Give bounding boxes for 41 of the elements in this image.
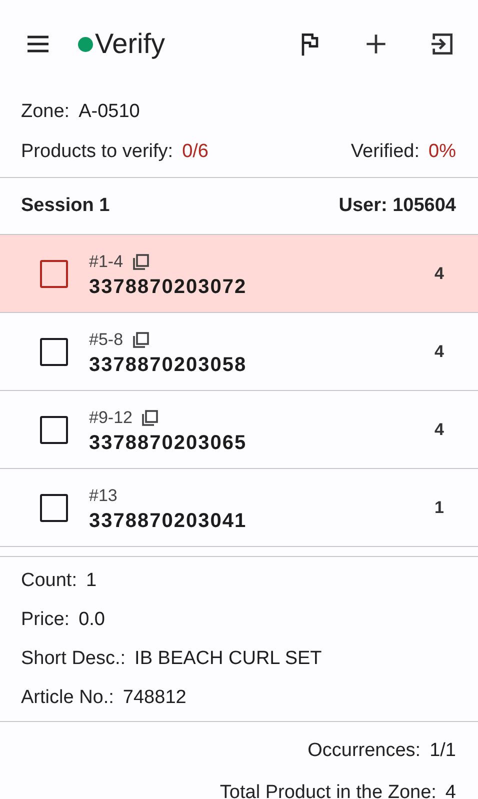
copy-icon[interactable]	[131, 252, 152, 272]
checkbox[interactable]	[40, 416, 68, 444]
checkbox[interactable]	[40, 494, 68, 522]
zone-value: A-0510	[78, 101, 140, 123]
checkbox[interactable]	[40, 338, 68, 366]
item-range: #13	[89, 486, 118, 506]
detail-value: 748812	[122, 686, 186, 708]
detail-label: Price:	[21, 608, 70, 630]
item-quantity: 1	[434, 498, 444, 518]
detail-label: Article No.:	[21, 686, 114, 708]
detail-value: IB BEACH CURL SET	[134, 648, 322, 670]
item-range: #5-8	[89, 330, 124, 350]
copy-icon[interactable]	[140, 408, 160, 428]
detail-value: 0.0	[78, 608, 105, 630]
detail-label: Short Desc.:	[21, 648, 126, 670]
detail-value: 1	[86, 570, 97, 592]
session-name: Session 1	[21, 195, 110, 217]
checkbox[interactable]	[40, 260, 68, 288]
product-row[interactable]: #1-4 3378870203072 4	[0, 235, 478, 313]
footer-value: 4	[445, 782, 456, 799]
item-quantity: 4	[434, 342, 444, 362]
footer-label: Occurrences:	[308, 740, 421, 762]
session-user: User: 105604	[338, 195, 456, 217]
footer-value: 1/1	[430, 740, 456, 762]
item-quantity: 4	[434, 264, 444, 284]
item-quantity: 4	[434, 420, 444, 440]
verified-value: 0%	[428, 141, 456, 163]
barcode-number: 3378870203065	[89, 432, 248, 455]
barcode-number: 3378870203041	[89, 510, 248, 533]
copy-icon[interactable]	[131, 330, 152, 350]
item-range: #1-4	[89, 252, 124, 272]
footer-label: Total Product in the Zone:	[220, 782, 436, 799]
products-value: 0/6	[182, 141, 208, 163]
products-label: Products to verify:	[21, 141, 174, 163]
barcode-number: 3378870203072	[89, 276, 248, 299]
barcode-number: 3378870203058	[89, 354, 248, 377]
detail-label: Count:	[21, 570, 77, 592]
app-title: Verify	[95, 28, 166, 60]
verified-label: Verified:	[350, 141, 420, 163]
zone-label: Zone:	[21, 101, 70, 123]
item-range: #9-12	[89, 408, 132, 428]
